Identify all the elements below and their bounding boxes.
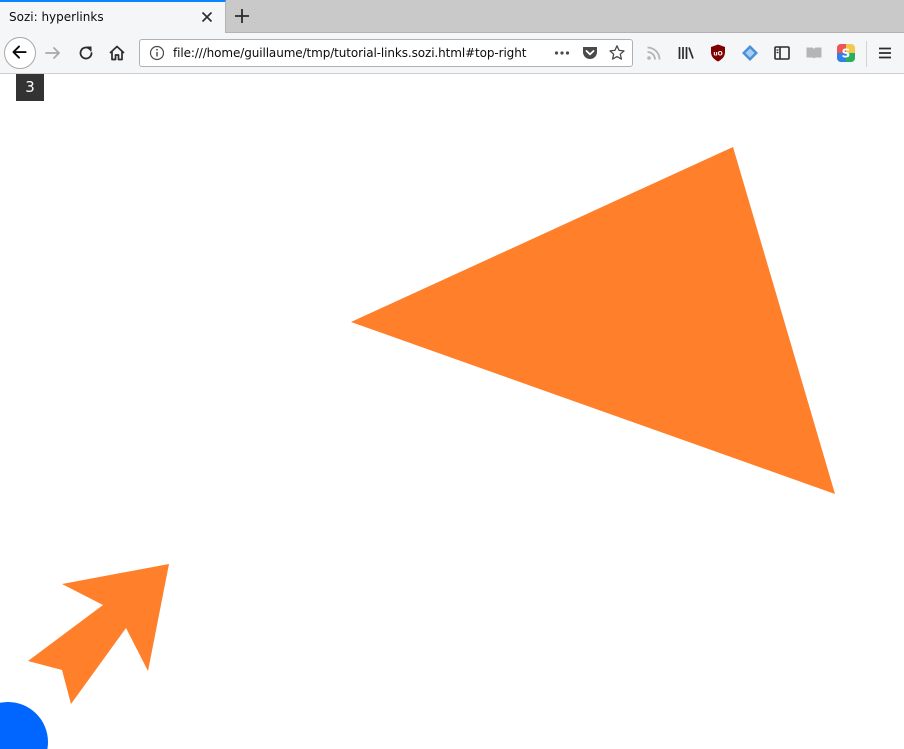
presentation-canvas[interactable]	[0, 74, 904, 749]
library-icon[interactable]	[676, 43, 696, 63]
orange-triangle[interactable]	[351, 147, 835, 494]
blue-circle[interactable]	[0, 702, 48, 749]
url-text[interactable]: file:///home/guillaume/tmp/tutorial-link…	[173, 46, 526, 60]
reload-icon[interactable]	[76, 43, 96, 63]
new-tab-icon[interactable]	[232, 6, 252, 26]
pocket-icon[interactable]	[581, 44, 599, 62]
forward-arrow-icon[interactable]	[43, 43, 63, 63]
tab-title: Sozi: hyperlinks	[9, 10, 104, 24]
tab-strip: Sozi: hyperlinks	[0, 0, 904, 33]
close-tab-icon[interactable]	[199, 9, 215, 25]
sync-extension-icon[interactable]: S	[836, 43, 856, 63]
rss-feed-icon[interactable]	[644, 43, 664, 63]
svg-text:S: S	[842, 47, 851, 61]
hamburger-menu-icon[interactable]	[875, 43, 895, 63]
extension-diamond-icon[interactable]	[740, 43, 760, 63]
home-icon[interactable]	[107, 43, 127, 63]
bookmark-star-icon[interactable]	[608, 44, 626, 62]
ublock-origin-icon[interactable]: uO	[708, 43, 728, 63]
reader-view-icon[interactable]	[804, 43, 824, 63]
sidebar-toggle-icon[interactable]	[772, 43, 792, 63]
svg-text:uO: uO	[713, 51, 722, 58]
navigation-toolbar: file:///home/guillaume/tmp/tutorial-link…	[0, 33, 904, 74]
back-arrow-icon	[12, 45, 27, 59]
frame-number: 3	[16, 74, 44, 101]
orange-arrow[interactable]	[28, 564, 169, 704]
toolbar-separator	[866, 41, 867, 67]
page-content: 3	[0, 74, 904, 749]
back-button[interactable]	[4, 37, 36, 69]
tab-active[interactable]: Sozi: hyperlinks	[0, 0, 226, 33]
page-actions-icon[interactable]	[553, 44, 571, 62]
info-icon[interactable]	[148, 44, 166, 62]
address-bar[interactable]: file:///home/guillaume/tmp/tutorial-link…	[139, 39, 633, 67]
